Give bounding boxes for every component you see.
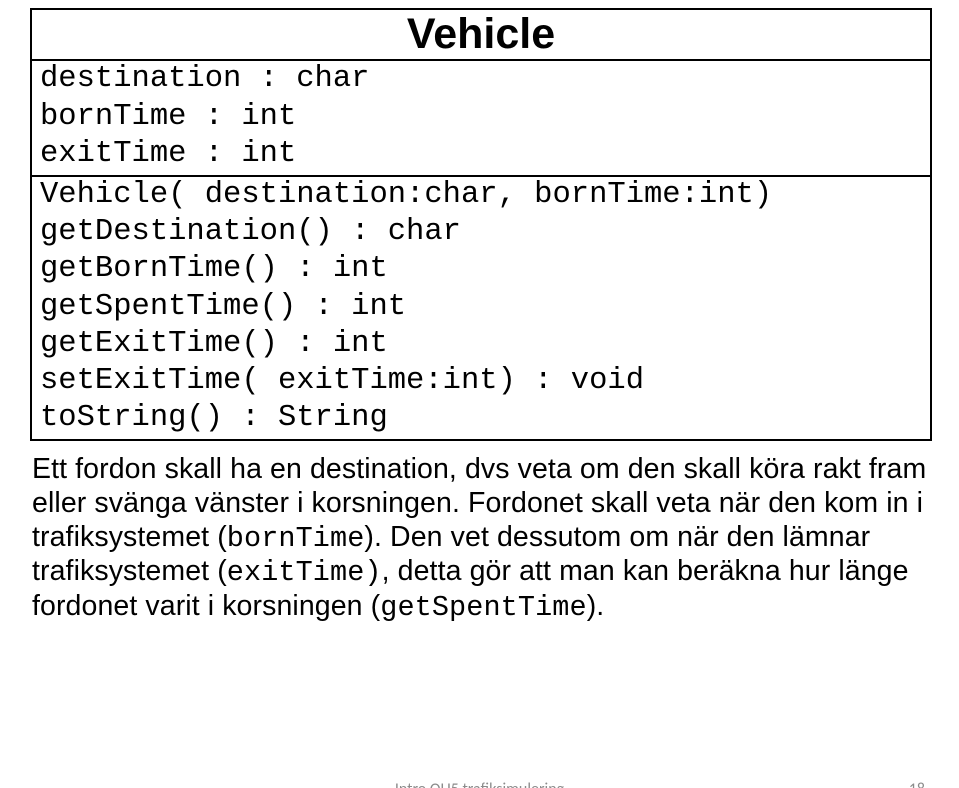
uml-attributes: destination : char bornTime : int exitTi… [32,59,930,175]
op-line: Vehicle( destination:char, bornTime:int) [40,177,922,214]
code-inline: getSpentTime [380,591,586,624]
footer-title: Intro OU5 trafiksimulering [0,780,959,788]
description-paragraph: Ett fordon skall ha en destination, dvs … [30,453,929,624]
slide: Vehicle destination : char bornTime : in… [0,0,959,788]
code-inline: exitTime) [227,556,382,589]
op-line: getExitTime() : int [40,326,922,363]
op-line: toString() : String [40,400,922,437]
uml-class-box: Vehicle destination : char bornTime : in… [30,8,932,441]
op-line: getSpentTime() : int [40,289,922,326]
text: ). [587,590,605,622]
op-line: setExitTime( exitTime:int) : void [40,363,922,400]
footer-page-number: 18 [909,780,925,788]
attr-line: destination : char [40,61,922,98]
uml-operations: Vehicle( destination:char, bornTime:int)… [32,175,930,439]
op-line: getBornTime() : int [40,251,922,288]
uml-title: Vehicle [32,10,930,59]
attr-line: exitTime : int [40,136,922,173]
attr-line: bornTime : int [40,99,922,136]
code-inline: bornTime [227,522,365,555]
op-line: getDestination() : char [40,214,922,251]
